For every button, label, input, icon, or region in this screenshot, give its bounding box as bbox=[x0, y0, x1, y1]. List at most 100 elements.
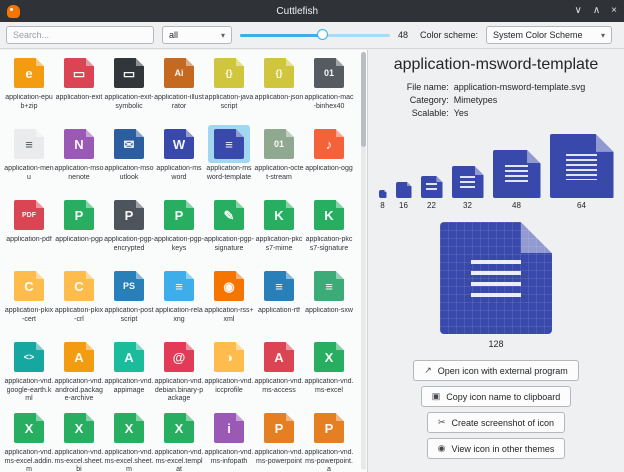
fold-corner bbox=[36, 129, 44, 137]
icon-grid-item[interactable]: {} application-javascript bbox=[204, 51, 254, 122]
icon-label: application-vnd.android.package-archive bbox=[54, 378, 104, 404]
fold-corner bbox=[36, 342, 44, 350]
icon-label: application-pdf bbox=[4, 236, 54, 245]
maximize-button[interactable]: ∧ bbox=[593, 0, 600, 22]
icon-grid-item[interactable]: P application-vnd.ms-powerpoint.a bbox=[304, 406, 354, 472]
minimize-button[interactable]: ∨ bbox=[575, 0, 582, 22]
icon-grid-item[interactable]: {} application-json bbox=[254, 51, 304, 122]
fold-corner bbox=[86, 271, 94, 279]
icon-grid-item[interactable]: K application-pkcs7-mime bbox=[254, 193, 304, 264]
icon-grid-item[interactable]: W application-msword bbox=[154, 122, 204, 193]
icon-label: application-vnd.ms-excel.sheet.m bbox=[104, 449, 154, 472]
icon-grid-item[interactable]: A application-vnd.appimage bbox=[104, 335, 154, 406]
icon-grid-item[interactable]: 01 application-octet-stream bbox=[254, 122, 304, 193]
icon-box: PS bbox=[108, 267, 150, 305]
file-icon: 01 bbox=[314, 58, 344, 88]
file-icon: W bbox=[164, 129, 194, 159]
fold-corner bbox=[186, 200, 194, 208]
icon-grid-item[interactable]: ♪ application-ogg bbox=[304, 122, 354, 193]
slider-handle[interactable] bbox=[317, 29, 328, 40]
icon-label: application-exit-symbolic bbox=[104, 94, 154, 111]
icon-grid-item[interactable]: PDF application-pdf bbox=[4, 193, 54, 264]
category-dropdown[interactable]: all ▾ bbox=[162, 26, 232, 44]
fold-corner bbox=[186, 129, 194, 137]
file-icon-glyph: 01 bbox=[274, 140, 284, 149]
content-area: e application-epub+zip ▭ application-exi… bbox=[0, 50, 624, 472]
scrollbar-handle[interactable] bbox=[361, 52, 366, 147]
icon-grid-item[interactable]: A application-vnd.android.package-archiv… bbox=[54, 335, 104, 406]
icon-grid-item[interactable]: ✉ application-msoutlook bbox=[104, 122, 154, 193]
file-icon-glyph: X bbox=[325, 351, 334, 364]
file-icon: N bbox=[64, 129, 94, 159]
icon-label: application-msonenote bbox=[54, 165, 104, 182]
icon-grid-item[interactable]: ≡ application-menu bbox=[4, 122, 54, 193]
icon-grid-item[interactable]: ▭ application-exit-symbolic bbox=[104, 51, 154, 122]
icon-grid-item[interactable]: A application-vnd.ms-access bbox=[254, 335, 304, 406]
fold-corner bbox=[136, 200, 144, 208]
file-icon: PDF bbox=[14, 200, 44, 230]
icon-box: ◑ bbox=[208, 338, 250, 376]
color-scheme-dropdown[interactable]: System Color Scheme ▾ bbox=[486, 26, 612, 44]
icon-box: PDF bbox=[8, 196, 50, 234]
icon-grid-item[interactable]: ≡ application-sxw bbox=[304, 264, 354, 335]
icon-grid-item[interactable]: e application-epub+zip bbox=[4, 51, 54, 122]
icon-grid-item[interactable]: ▭ application-exit bbox=[54, 51, 104, 122]
button-copy-name[interactable]: ▣ Copy icon name to clipboard bbox=[421, 386, 572, 407]
icon-grid-item[interactable]: X application-vnd.ms-excel.sheet.bi bbox=[54, 406, 104, 472]
icon-grid-item[interactable]: X application-vnd.ms-excel.templat bbox=[154, 406, 204, 472]
icon-grid-item[interactable]: ≡ application-relaxng bbox=[154, 264, 204, 335]
icon-grid-item[interactable]: X application-vnd.ms-excel.sheet.m bbox=[104, 406, 154, 472]
icon-grid-item[interactable]: N application-msonenote bbox=[54, 122, 104, 193]
icon-box: ≡ bbox=[308, 267, 350, 305]
fold-corner bbox=[136, 58, 144, 66]
size-slider[interactable] bbox=[240, 26, 390, 44]
icon-grid-item[interactable]: PS application-postscript bbox=[104, 264, 154, 335]
fold-corner bbox=[236, 413, 244, 421]
icon-grid-item[interactable]: ✎ application-pgp-signature bbox=[204, 193, 254, 264]
icon-grid-item[interactable]: @ application-vnd.debian.binary-package bbox=[154, 335, 204, 406]
icon-grid-item[interactable]: ≡ application-rtf bbox=[254, 264, 304, 335]
icon-grid-item[interactable]: <> application-vnd.google-earth.kml bbox=[4, 335, 54, 406]
file-icon bbox=[452, 166, 484, 198]
icon-grid-item[interactable]: P application-vnd.ms-powerpoint bbox=[254, 406, 304, 472]
icon-grid-item[interactable]: X application-vnd.ms-excel bbox=[304, 335, 354, 406]
icon-box: <> bbox=[8, 338, 50, 376]
icon-grid-item[interactable]: P application-pgp-keys bbox=[154, 193, 204, 264]
icon-grid-item[interactable]: ≡ application-msword-template bbox=[204, 122, 254, 193]
file-icon: X bbox=[64, 413, 94, 443]
file-icon-glyph: ≡ bbox=[175, 280, 183, 293]
icon-grid-item[interactable]: ◑ application-vnd.iccprofile bbox=[204, 335, 254, 406]
icon-grid-item[interactable]: X application-vnd.ms-excel.addin.m bbox=[4, 406, 54, 472]
fold-corner bbox=[236, 58, 244, 66]
icon-grid-item[interactable]: C application-pkix-crl bbox=[54, 264, 104, 335]
button-open-external[interactable]: ↗ Open icon with external program bbox=[413, 360, 579, 381]
file-icon-glyph: P bbox=[175, 209, 184, 222]
icon-grid-item[interactable]: 01 application-mac-binhex40 bbox=[304, 51, 354, 122]
file-icon-glyph: W bbox=[173, 138, 185, 151]
icon-label: application-pkix-cert bbox=[4, 307, 54, 324]
icon-grid-item[interactable]: P application-pgp-encrypted bbox=[104, 193, 154, 264]
titlebar[interactable]: Cuttlefish ∨ ∧ × bbox=[0, 0, 624, 22]
close-button[interactable]: × bbox=[611, 0, 617, 22]
icon-box: A bbox=[258, 338, 300, 376]
icon-grid-item[interactable]: K application-pkcs7-signature bbox=[304, 193, 354, 264]
file-icon: ✎ bbox=[214, 200, 244, 230]
file-icon: {} bbox=[214, 58, 244, 88]
fold-corner bbox=[36, 271, 44, 279]
icon-grid-item[interactable]: i application-vnd.ms-infopath bbox=[204, 406, 254, 472]
file-icon-glyph: ≡ bbox=[25, 138, 33, 151]
icon-grid-item[interactable]: Ai application-illustrator bbox=[154, 51, 204, 122]
file-icon-glyph: ✎ bbox=[224, 209, 235, 222]
icon-grid-item[interactable]: C application-pkix-cert bbox=[4, 264, 54, 335]
fold-corner bbox=[86, 58, 94, 66]
button-create-screenshot[interactable]: ✂ Create screenshot of icon bbox=[427, 412, 565, 433]
button-view-themes[interactable]: ◉ View icon in other themes bbox=[427, 438, 566, 459]
icon-grid-item[interactable]: ◉ application-rss+xml bbox=[204, 264, 254, 335]
icon-label: application-vnd.ms-powerpoint bbox=[254, 449, 304, 466]
toolbar: all ▾ 48 Color scheme: System Color Sche… bbox=[0, 22, 624, 49]
icon-grid-item[interactable]: P application-pgp bbox=[54, 193, 104, 264]
icon-box: A bbox=[58, 338, 100, 376]
icon-label: application-pgp-signature bbox=[204, 236, 254, 253]
search-input[interactable] bbox=[6, 26, 154, 44]
icon-box: i bbox=[208, 409, 250, 447]
